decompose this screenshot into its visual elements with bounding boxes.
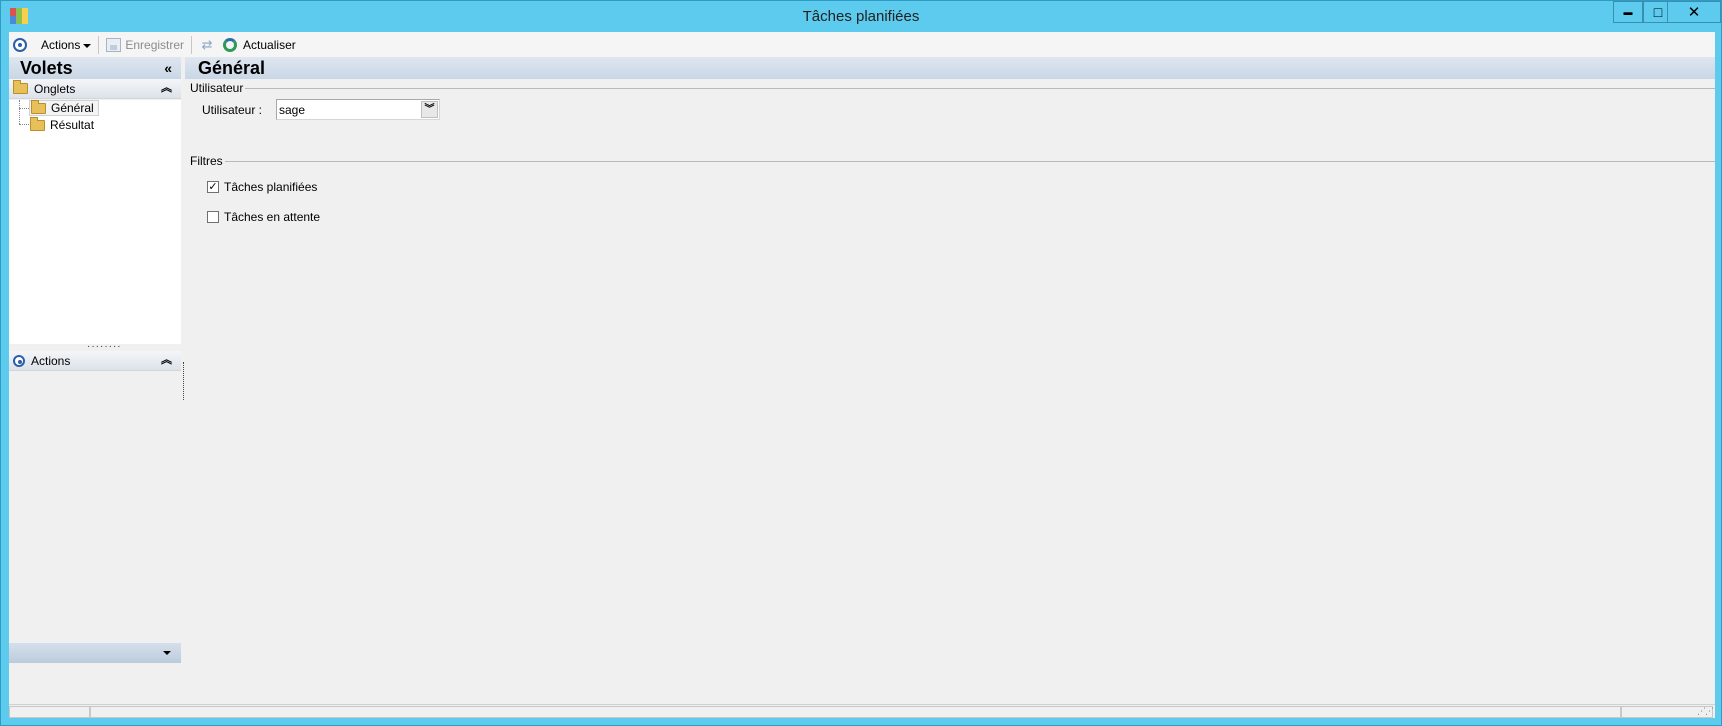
actions-menu-button[interactable]: Actions (31, 34, 95, 56)
refresh-icon (223, 37, 238, 52)
sync-button[interactable]: ⇄ (195, 34, 219, 56)
actions-ring-button[interactable] (9, 34, 31, 56)
actions-section-header[interactable]: Actions ︽ (9, 351, 181, 371)
tree-connector (19, 108, 29, 109)
tabs-section-header[interactable]: Onglets ︽ (9, 79, 181, 99)
page-title: Général (198, 58, 266, 78)
refresh-button[interactable]: Actualiser (219, 34, 300, 56)
close-button[interactable]: ✕ (1667, 1, 1721, 23)
toolbar: Actions Enregistrer ⇄ Actualiser (9, 32, 1715, 57)
minimize-icon: ▬ (1623, 7, 1633, 17)
tree-item-result[interactable]: Résultat (29, 116, 98, 133)
toolbar-separator (191, 35, 193, 54)
folder-icon (13, 80, 28, 94)
actions-section-label: Actions (31, 353, 71, 368)
status-bar: ⋰⋰ (9, 704, 1715, 718)
status-cell (90, 706, 1621, 718)
tabs-tree: Général Résultat (9, 99, 181, 344)
user-group-label: Utilisateur (190, 81, 246, 95)
save-button[interactable]: Enregistrer (102, 34, 188, 56)
main-panel: Général Utilisateur Utilisateur : sage ︾… (185, 57, 1715, 667)
chevron-down-icon (163, 651, 171, 655)
tree-connector (19, 124, 29, 125)
actions-menu-label: Actions (41, 37, 81, 52)
tree-item-label: Résultat (50, 118, 95, 132)
refresh-label: Actualiser (243, 37, 296, 52)
window-title: Tâches planifiées (802, 8, 920, 25)
save-label: Enregistrer (125, 37, 185, 52)
client-area: Actions Enregistrer ⇄ Actualiser Volets … (9, 32, 1715, 718)
main-header: Général (185, 57, 1715, 79)
pending-tasks-label: Tâches en attente (224, 210, 321, 224)
scheduled-tasks-label: Tâches planifiées (224, 180, 318, 194)
maximize-icon: □ (1653, 4, 1663, 20)
sidebar: Volets « Onglets ︽ Général Résultat ····… (9, 57, 181, 701)
user-combobox-value: sage (279, 103, 306, 117)
minimize-button[interactable]: ▬ (1613, 1, 1643, 23)
group-divider (241, 88, 1715, 89)
sidebar-header: Volets « (9, 57, 181, 79)
collapse-sidebar-icon[interactable]: « (164, 61, 172, 75)
sidebar-footer[interactable] (9, 643, 181, 663)
chevron-down-icon (83, 43, 92, 48)
actions-panel (9, 373, 181, 643)
folder-icon (30, 116, 45, 131)
chevron-double-up-icon[interactable]: ︽ (161, 82, 172, 94)
filter-scheduled-tasks[interactable]: ✓ Tâches planifiées (207, 180, 317, 194)
filter-pending-tasks[interactable]: Tâches en attente (207, 210, 320, 224)
folder-open-icon (31, 99, 46, 114)
save-icon (106, 37, 122, 52)
ring-icon (13, 37, 27, 52)
status-cell (9, 706, 90, 718)
sidebar-title: Volets (20, 57, 73, 78)
close-icon: ✕ (1687, 4, 1701, 21)
scheduled-tasks-checkbox[interactable]: ✓ (207, 181, 219, 193)
tabs-section-label: Onglets (34, 81, 76, 96)
tree-item-general[interactable]: Général (29, 99, 99, 116)
group-divider (221, 161, 1715, 162)
tree-item-label: Général (51, 101, 94, 115)
toolbar-separator (98, 35, 100, 54)
vertical-splitter[interactable] (183, 362, 184, 400)
user-field-label: Utilisateur : (202, 103, 263, 117)
user-combobox[interactable]: sage ︾ (276, 99, 440, 120)
resize-grip-icon[interactable]: ⋰⋰ (1697, 707, 1714, 716)
tree-connector (19, 100, 20, 124)
ring-icon (13, 354, 25, 367)
chevron-double-up-icon[interactable]: ︽ (161, 354, 172, 366)
title-bar[interactable]: Tâches planifiées ▬ □ ✕ (1, 1, 1721, 31)
app-window: Tâches planifiées ▬ □ ✕ Actions Enregist… (0, 0, 1722, 726)
filters-group-label: Filtres (190, 154, 225, 168)
sync-icon: ⇄ (201, 36, 213, 52)
chevron-double-down-icon[interactable]: ︾ (421, 101, 438, 118)
pending-tasks-checkbox[interactable] (207, 211, 219, 223)
pane-splitter-grip[interactable]: ········ (87, 342, 122, 352)
